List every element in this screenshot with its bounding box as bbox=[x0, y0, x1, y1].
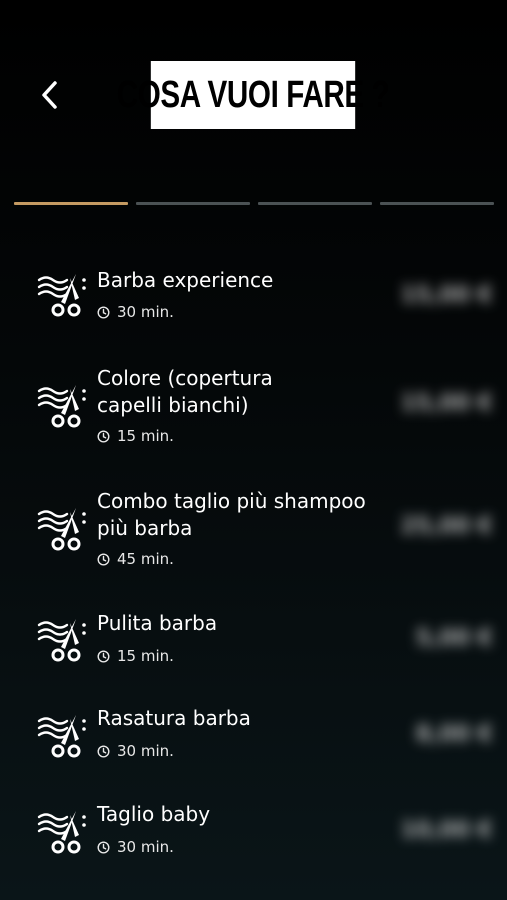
service-item-combo[interactable]: Combo taglio più shampoo più barba 45 mi… bbox=[0, 487, 507, 573]
service-duration-text: 15 min. bbox=[117, 647, 174, 665]
service-price: 25,00 € bbox=[400, 514, 493, 539]
service-price: 5,00 € bbox=[415, 626, 493, 651]
clock-icon bbox=[97, 305, 110, 319]
scissors-comb-icon bbox=[37, 385, 86, 428]
service-price: 8,00 € bbox=[415, 722, 493, 747]
service-duration: 30 min. bbox=[97, 838, 174, 856]
service-item-rasatura-barba[interactable]: Rasatura barba 30 min. 8,00 € bbox=[0, 704, 507, 770]
service-duration-text: 45 min. bbox=[117, 550, 174, 568]
clock-icon bbox=[97, 552, 110, 566]
progress-step-2 bbox=[136, 202, 250, 205]
scissors-comb-icon bbox=[37, 508, 86, 551]
service-duration: 15 min. bbox=[97, 647, 174, 665]
service-price: 10,00 € bbox=[400, 818, 493, 843]
progress-step-1 bbox=[14, 202, 128, 205]
service-item-pulita-barba[interactable]: Pulita barba 15 min. 5,00 € bbox=[0, 608, 507, 674]
header: COSA VUOI FARE ? bbox=[0, 0, 507, 160]
service-price: 15,00 € bbox=[400, 283, 493, 308]
service-name: Pulita barba bbox=[97, 611, 218, 635]
service-name: Rasatura barba bbox=[97, 706, 251, 730]
service-item-colore[interactable]: Colore (copertura capelli bianchi) 15 mi… bbox=[0, 364, 507, 450]
service-duration-text: 15 min. bbox=[117, 427, 174, 445]
service-duration-text: 30 min. bbox=[117, 303, 174, 321]
back-button[interactable] bbox=[32, 76, 68, 114]
progress-step-4 bbox=[380, 202, 494, 205]
service-duration: 30 min. bbox=[97, 303, 174, 321]
scissors-comb-icon bbox=[37, 715, 86, 758]
service-item-taglio-baby[interactable]: Taglio baby 30 min. 10,00 € bbox=[0, 800, 507, 866]
service-name: Combo taglio più shampoo più barba bbox=[97, 489, 366, 540]
clock-icon bbox=[97, 649, 110, 663]
clock-icon bbox=[97, 840, 110, 854]
service-name: Colore (copertura capelli bianchi) bbox=[97, 366, 273, 417]
clock-icon bbox=[97, 744, 110, 758]
scissors-comb-icon bbox=[37, 811, 86, 854]
step-progress-bar bbox=[14, 202, 494, 206]
service-duration-text: 30 min. bbox=[117, 838, 174, 856]
scissors-comb-icon bbox=[37, 619, 86, 662]
page-title-text: COSA VUOI FARE ? bbox=[116, 73, 390, 116]
clock-icon bbox=[97, 429, 110, 443]
service-price: 15,00 € bbox=[400, 391, 493, 416]
scissors-comb-icon bbox=[37, 274, 86, 317]
service-duration: 15 min. bbox=[97, 427, 174, 445]
service-name: Taglio baby bbox=[97, 802, 211, 826]
service-duration-text: 30 min. bbox=[117, 742, 174, 760]
progress-step-3 bbox=[258, 202, 372, 205]
service-name: Barba experience bbox=[97, 268, 274, 292]
service-duration: 45 min. bbox=[97, 550, 174, 568]
chevron-left-icon bbox=[42, 81, 57, 109]
service-item-barba-experience[interactable]: Barba experience 30 min. 15,00 € bbox=[0, 262, 507, 332]
page-title: COSA VUOI FARE ? bbox=[117, 61, 390, 129]
service-duration: 30 min. bbox=[97, 742, 174, 760]
